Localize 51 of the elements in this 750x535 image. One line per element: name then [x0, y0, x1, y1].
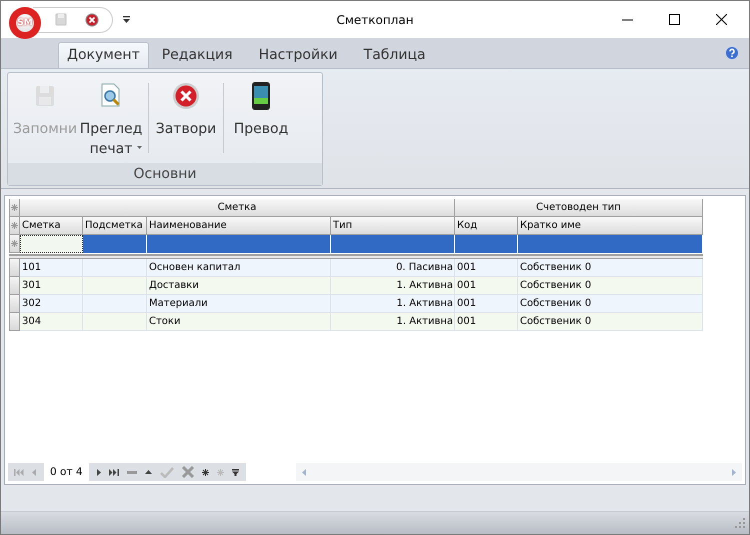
filter-icon[interactable] — [232, 468, 239, 476]
first-record-icon[interactable] — [14, 468, 24, 476]
ribbon-tab[interactable]: Редакция — [148, 42, 246, 68]
record-position: 0 от 4 — [44, 463, 89, 481]
ribbon-button[interactable]: Превод — [228, 79, 294, 141]
row-header[interactable] — [9, 295, 20, 313]
customize-caret-icon[interactable] — [123, 16, 130, 24]
checkmark-icon[interactable] — [160, 466, 174, 478]
table-cell: Стоки — [147, 313, 331, 331]
asterisk-icon[interactable] — [202, 468, 209, 476]
phone-icon — [251, 81, 271, 111]
row-header[interactable] — [9, 277, 20, 295]
save-icon[interactable] — [55, 13, 67, 26]
ribbon-button[interactable]: Затвори — [153, 79, 219, 141]
maximize-icon[interactable] — [669, 14, 680, 25]
next-record-icon[interactable] — [96, 468, 101, 476]
help-icon[interactable] — [725, 46, 739, 60]
scroll-left-icon[interactable] — [302, 468, 306, 476]
cancel-icon[interactable] — [182, 466, 194, 478]
up-arrow-icon[interactable] — [144, 470, 152, 474]
column-header[interactable]: Код — [455, 217, 518, 235]
table-cell: 304 — [20, 313, 83, 331]
row-header[interactable] — [9, 313, 20, 331]
scroll-right-icon[interactable] — [732, 468, 736, 476]
column-header[interactable]: Сметка — [20, 217, 83, 235]
group-label: Основни — [8, 163, 322, 185]
close-icon — [172, 81, 200, 111]
last-record-icon[interactable] — [108, 468, 119, 476]
window-title: Сметкоплан — [335, 12, 415, 26]
table-cell: 001 — [455, 313, 518, 331]
table-cell — [83, 313, 147, 331]
delete-record-icon[interactable] — [126, 470, 137, 474]
resize-grip-icon[interactable] — [735, 518, 745, 528]
column-header[interactable]: Тип — [331, 217, 455, 235]
row-header[interactable] — [9, 259, 20, 277]
ribbon-tab[interactable]: Документ — [58, 42, 149, 68]
horizontal-scrollbar[interactable] — [296, 463, 742, 481]
column-header[interactable]: Подсметка — [83, 217, 147, 235]
band-header: Счетоводен тип — [455, 199, 703, 217]
ribbon-button[interactable]: Преглед печат — [78, 79, 144, 151]
previous-record-icon[interactable] — [32, 468, 36, 476]
ribbon-tab[interactable]: Таблица — [350, 42, 439, 68]
column-header[interactable]: Кратко име — [518, 217, 703, 235]
column-header[interactable]: Наименование — [147, 217, 331, 235]
table-cell: 1. Активна — [331, 313, 455, 331]
app-menu-button[interactable]: SM — [9, 6, 41, 38]
ribbon-tab[interactable]: Настройки — [246, 42, 351, 68]
close-icon[interactable] — [716, 14, 727, 25]
band-header: Сметка — [20, 199, 455, 217]
table-cell: Собственик 0 — [518, 313, 703, 331]
new-row-cell[interactable] — [20, 235, 83, 253]
